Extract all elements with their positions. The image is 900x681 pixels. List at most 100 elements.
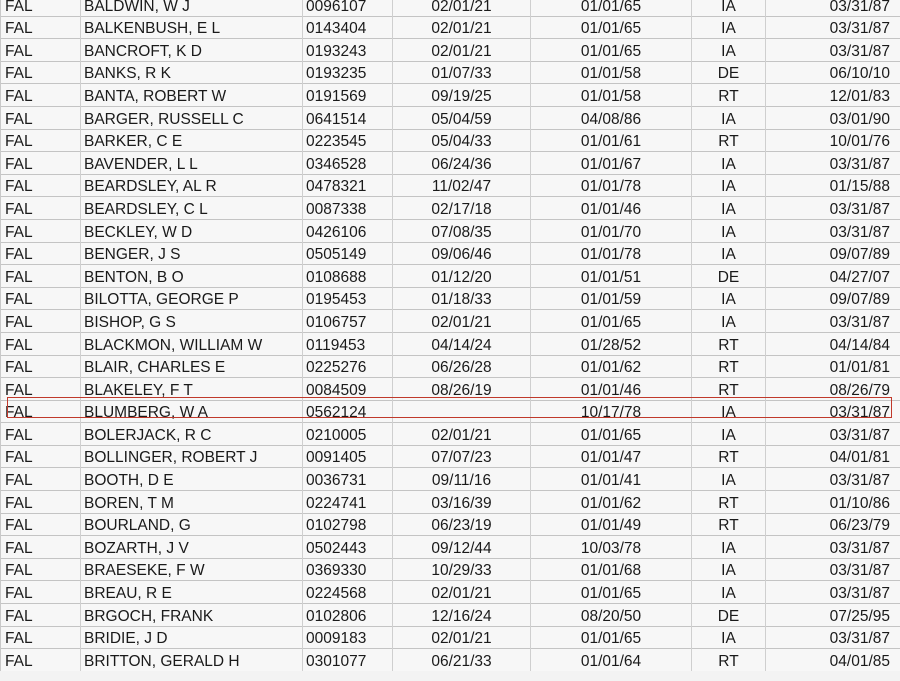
end-date-cell: 04/01/81 <box>765 444 900 468</box>
birth-date-cell: 12/16/24 <box>392 603 531 627</box>
status-cell: IA <box>691 196 766 220</box>
birth-date-cell: 01/12/20 <box>392 264 531 288</box>
unit-cell: FAL <box>0 173 81 197</box>
unit-cell: FAL <box>0 196 81 220</box>
name-cell: BANCROFT, K D <box>80 38 303 62</box>
birth-date-cell: 09/12/44 <box>392 535 531 559</box>
id-cell: 0108688 <box>302 264 393 288</box>
name-cell: BILOTTA, GEORGE P <box>80 286 303 310</box>
unit-cell: FAL <box>0 218 81 243</box>
table-row: FAL BOOTH, D E 0036731 09/11/16 01/01/41 IA 03… <box>0 467 900 491</box>
id-cell: 0102798 <box>302 512 393 536</box>
unit-cell: FAL <box>0 490 81 514</box>
birth-date-cell: 09/06/46 <box>392 241 531 265</box>
id-cell: 0346528 <box>302 151 393 175</box>
start-date-cell: 01/01/78 <box>530 241 692 265</box>
status-cell: RT <box>691 377 766 401</box>
table-row: FAL BALDWIN, W J 0096107 02/01/21 01/01/65 IA… <box>0 0 900 17</box>
status-cell: RT <box>691 648 766 671</box>
start-date-cell: 01/01/51 <box>530 264 692 288</box>
status-cell: RT <box>691 512 766 536</box>
id-cell: 0210005 <box>302 422 393 446</box>
id-cell: 0223545 <box>302 128 393 152</box>
name-cell: BOLLINGER, ROBERT J <box>80 444 303 468</box>
birth-date-cell: 06/26/28 <box>392 354 531 378</box>
id-cell: 0224741 <box>302 490 393 514</box>
status-cell: IA <box>691 625 766 649</box>
name-cell: BARGER, RUSSELL C <box>80 105 303 130</box>
id-cell: 0641514 <box>302 105 393 130</box>
end-date-cell: 03/31/87 <box>765 309 900 333</box>
status-cell: IA <box>691 105 766 130</box>
end-date-cell: 03/31/87 <box>765 38 900 62</box>
end-date-cell: 01/10/86 <box>765 490 900 514</box>
status-cell: IA <box>691 173 766 197</box>
table-row: FAL BALKENBUSH, E L 0143404 02/01/21 01/01/6… <box>0 15 900 39</box>
id-cell: 0478321 <box>302 173 393 197</box>
name-cell: BREAU, R E <box>80 580 303 604</box>
records-table-body: FAL BALDWIN, W J 0096107 02/01/21 01/01/65 IA… <box>0 0 900 671</box>
name-cell: BEARDSLEY, AL R <box>80 173 303 197</box>
name-cell: BENGER, J S <box>80 241 303 265</box>
id-cell: 0087338 <box>302 196 393 220</box>
birth-date-cell: 11/02/47 <box>392 173 531 197</box>
start-date-cell: 01/01/47 <box>530 444 692 468</box>
table-row: FAL BANKS, R K 0193235 01/07/33 01/01/58 DE 06… <box>0 60 900 84</box>
name-cell: BALKENBUSH, E L <box>80 15 303 39</box>
table-row: FAL BAVENDER, L L 0346528 06/24/36 01/01/67 I… <box>0 151 900 175</box>
birth-date-cell: 10/29/33 <box>392 557 531 581</box>
birth-date-cell: 05/04/33 <box>392 128 531 152</box>
end-date-cell: 03/31/87 <box>765 557 900 581</box>
id-cell: 0426106 <box>302 218 393 243</box>
end-date-cell: 03/31/87 <box>765 151 900 175</box>
birth-date-cell: 02/01/21 <box>392 38 531 62</box>
start-date-cell: 01/01/62 <box>530 354 692 378</box>
id-cell: 0193243 <box>302 38 393 62</box>
table-row: FAL BOLLINGER, ROBERT J 0091405 07/07/23 01/… <box>0 444 900 468</box>
table-row: FAL BRGOCH, FRANK 0102806 12/16/24 08/20/50 D… <box>0 603 900 627</box>
table-row: FAL BLACKMON, WILLIAM W 0119453 04/14/24 01/… <box>0 331 900 355</box>
start-date-cell: 01/01/46 <box>530 377 692 401</box>
unit-cell: FAL <box>0 331 81 355</box>
unit-cell: FAL <box>0 264 81 288</box>
start-date-cell: 01/01/61 <box>530 128 692 152</box>
start-date-cell: 01/01/65 <box>530 0 692 17</box>
start-date-cell: 01/01/65 <box>530 625 692 649</box>
birth-date-cell: 04/14/24 <box>392 331 531 355</box>
status-cell: RT <box>691 354 766 378</box>
end-date-cell: 03/31/87 <box>765 196 900 220</box>
status-cell: IA <box>691 309 766 333</box>
start-date-cell: 04/08/86 <box>530 105 692 130</box>
end-date-cell: 04/14/84 <box>765 331 900 355</box>
table-row: FAL BARGER, RUSSELL C 0641514 05/04/59 04/08… <box>0 105 900 130</box>
birth-date-cell: 06/23/19 <box>392 512 531 536</box>
records-table: FAL BALDWIN, W J 0096107 02/01/21 01/01/65 IA… <box>0 0 900 671</box>
unit-cell: FAL <box>0 535 81 559</box>
end-date-cell: 03/01/90 <box>765 105 900 130</box>
birth-date-cell: 02/01/21 <box>392 15 531 39</box>
birth-date-cell: 02/17/18 <box>392 196 531 220</box>
status-cell: RT <box>691 331 766 355</box>
end-date-cell: 12/01/83 <box>765 83 900 107</box>
unit-cell: FAL <box>0 467 81 491</box>
unit-cell: FAL <box>0 377 81 401</box>
status-cell: DE <box>691 264 766 288</box>
unit-cell: FAL <box>0 603 81 627</box>
unit-cell: FAL <box>0 83 81 107</box>
table-row: FAL BECKLEY, W D 0426106 07/08/35 01/01/70 IA… <box>0 218 900 243</box>
end-date-cell: 03/31/87 <box>765 625 900 649</box>
start-date-cell: 01/01/65 <box>530 580 692 604</box>
start-date-cell: 01/01/70 <box>530 218 692 243</box>
start-date-cell: 08/20/50 <box>530 603 692 627</box>
table-row: FAL BOURLAND, G 0102798 06/23/19 01/01/49 RT 0… <box>0 512 900 536</box>
birth-date-cell: 03/16/39 <box>392 490 531 514</box>
birth-date-cell: 07/08/35 <box>392 218 531 243</box>
status-cell: IA <box>691 286 766 310</box>
unit-cell: FAL <box>0 128 81 152</box>
end-date-cell: 08/26/79 <box>765 377 900 401</box>
name-cell: BLACKMON, WILLIAM W <box>80 331 303 355</box>
birth-date-cell: 05/04/59 <box>392 105 531 130</box>
table-row: FAL BILOTTA, GEORGE P 0195453 01/18/33 01/01… <box>0 286 900 310</box>
status-cell: RT <box>691 83 766 107</box>
unit-cell: FAL <box>0 444 81 468</box>
